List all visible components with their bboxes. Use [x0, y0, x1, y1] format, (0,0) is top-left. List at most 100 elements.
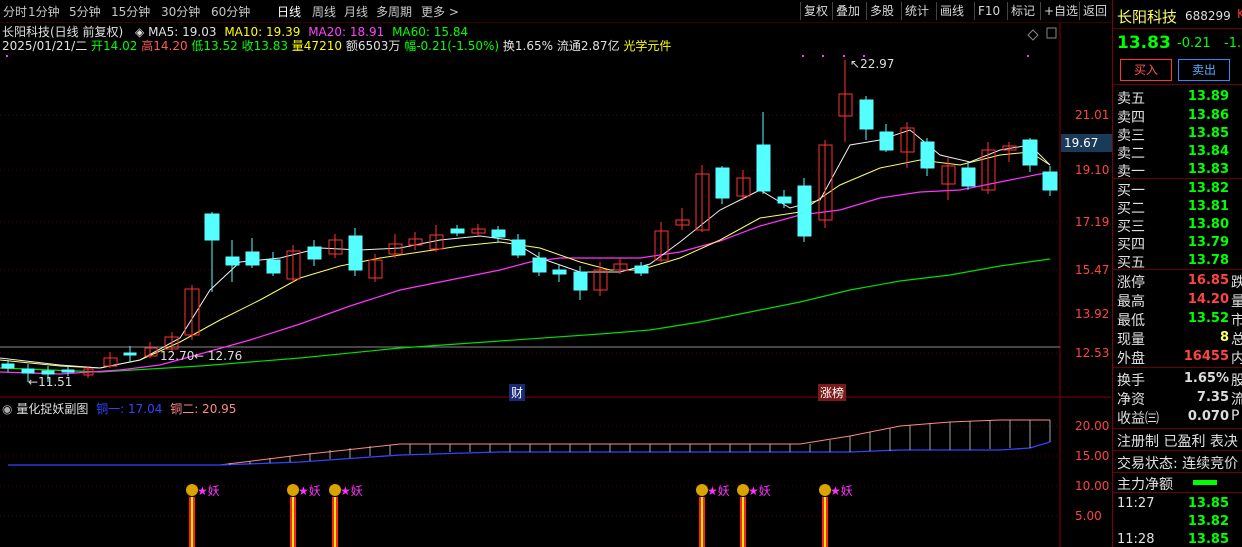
- event-cai-tag[interactable]: 财: [509, 384, 526, 401]
- price-tick: 21.01: [1075, 108, 1110, 122]
- btn-add-watch[interactable]: +自选: [1040, 2, 1081, 20]
- mid-annotation-a: 12.70: [160, 349, 195, 363]
- bid-price[interactable]: 13.82: [1188, 181, 1229, 196]
- period-15min[interactable]: 15分钟: [111, 3, 150, 20]
- bar-high: 高14.20: [141, 39, 188, 53]
- divider: [1113, 450, 1242, 451]
- high-annotation: ↖22.97: [850, 57, 895, 71]
- bid-label: 买一: [1117, 183, 1145, 199]
- ma20-line: [0, 172, 1051, 375]
- tick-price: 13.85: [1187, 532, 1229, 547]
- ask-price[interactable]: 13.83: [1188, 162, 1229, 177]
- ask-label: 卖三: [1117, 128, 1145, 144]
- sell-button[interactable]: 卖出: [1178, 59, 1230, 81]
- ma10-line: [0, 151, 1051, 369]
- ask-price[interactable]: 13.89: [1188, 89, 1229, 104]
- period-weekly[interactable]: 周线: [312, 3, 336, 20]
- bar-volume: 量47210: [291, 39, 342, 53]
- signal-bars: [189, 497, 828, 547]
- fund-label: 净资: [1117, 392, 1145, 408]
- stat-label: 最低: [1117, 313, 1145, 329]
- fund-value: 7.35: [1196, 390, 1229, 405]
- period-fenshi[interactable]: 分时: [3, 3, 27, 20]
- diamond-icon[interactable]: [1027, 29, 1039, 41]
- sub-line2-label: 铜二: 20.95: [170, 402, 237, 416]
- signal-label: ★妖: [748, 484, 771, 498]
- bid-label: 买四: [1117, 237, 1145, 253]
- sub-tick: 5.00: [1075, 509, 1102, 523]
- bid-price[interactable]: 13.78: [1188, 253, 1229, 268]
- tick-time: 11:28: [1117, 532, 1155, 547]
- fund-value: 1.65%: [1183, 371, 1229, 386]
- expand-icon[interactable]: [1046, 27, 1057, 39]
- kechuang-badge: K: [1237, 7, 1242, 21]
- ask-label: 卖四: [1117, 110, 1145, 126]
- btn-diejia[interactable]: 叠加: [832, 2, 863, 20]
- last-price: 13.83: [1117, 33, 1171, 53]
- btn-duogu[interactable]: 多股: [866, 2, 897, 20]
- chart-header-line2: 2025/01/21/二 开14.02 高14.20 低13.52 收13.83…: [2, 37, 671, 54]
- signal-label: ★妖: [197, 484, 220, 498]
- bar-date: 2025/01/21/二: [2, 39, 88, 53]
- price-grid: [0, 114, 1060, 517]
- btn-tongji[interactable]: 统计: [901, 2, 932, 20]
- period-monthly[interactable]: 月线: [344, 3, 368, 20]
- tick-price: 13.85: [1187, 496, 1229, 511]
- bid-price[interactable]: 13.79: [1188, 235, 1229, 250]
- ask-price[interactable]: 13.85: [1188, 126, 1229, 141]
- btn-biaoji[interactable]: 标记: [1007, 2, 1038, 20]
- period-daily[interactable]: 日线: [277, 3, 301, 20]
- stat-suffix: 量: [1231, 294, 1242, 310]
- bar-close: 收13.83: [241, 39, 288, 53]
- stat-value: 8: [1219, 330, 1229, 345]
- period-30min[interactable]: 30分钟: [161, 3, 200, 20]
- btn-f10[interactable]: F10: [974, 2, 1003, 20]
- sub-chart-settings-icon[interactable]: ◉: [2, 402, 12, 416]
- ask-price[interactable]: 13.86: [1188, 108, 1229, 123]
- bid-price[interactable]: 13.81: [1188, 199, 1229, 214]
- sub-line1-label: 铜一: 17.04: [96, 402, 163, 416]
- event-zhangbang-tag[interactable]: 涨榜: [818, 384, 847, 401]
- fund-suffix: 股: [1231, 373, 1242, 389]
- divider: [1113, 178, 1242, 179]
- stat-value: 16.85: [1187, 273, 1229, 288]
- ask-label: 卖五: [1117, 91, 1145, 107]
- divider: [1113, 428, 1242, 429]
- tick-price: 13.82: [1187, 514, 1229, 529]
- divider: [1113, 367, 1242, 368]
- period-1min[interactable]: 1分钟: [28, 3, 60, 20]
- concept-tag[interactable]: 光学元件: [623, 39, 671, 53]
- btn-fuquan[interactable]: 复权: [800, 2, 831, 20]
- fund-suffix: 流: [1231, 392, 1242, 408]
- btn-back[interactable]: 返回: [1079, 2, 1110, 20]
- stat-label: 现量: [1117, 332, 1145, 348]
- sub-chart-title: 量化捉妖副图: [16, 402, 89, 416]
- mid-annotation-b: ← 12.76: [194, 349, 243, 363]
- sub-tick: 10.00: [1075, 479, 1110, 493]
- period-5min[interactable]: 5分钟: [69, 3, 101, 20]
- period-toolbar: 分时 1分钟 5分钟 15分钟 30分钟 60分钟 日线 周线 月线 多周期 更…: [0, 0, 1111, 23]
- period-more[interactable]: 更多 >: [421, 3, 459, 20]
- fund-label: 收益㈢: [1117, 411, 1159, 427]
- btn-huaxian[interactable]: 画线: [936, 2, 967, 20]
- ask-price[interactable]: 13.84: [1188, 144, 1229, 159]
- signal-label: ★妖: [830, 484, 853, 498]
- period-multi[interactable]: 多周期: [376, 3, 412, 20]
- price-change: -0.21: [1177, 36, 1211, 51]
- stock-code: 688299: [1185, 9, 1231, 23]
- stat-suffix: 内: [1231, 351, 1242, 367]
- buy-button[interactable]: 买入: [1120, 59, 1172, 81]
- signal-label: ★妖: [340, 484, 363, 498]
- fund-suffix: P: [1231, 408, 1240, 424]
- stat-suffix: 跌: [1231, 275, 1242, 291]
- period-60min[interactable]: 60分钟: [211, 3, 250, 20]
- signal-label: ★妖: [707, 484, 730, 498]
- bar-turnover: 换1.65%: [502, 39, 554, 53]
- price-tick: 13.92: [1075, 307, 1110, 321]
- bid-price[interactable]: 13.80: [1188, 217, 1229, 232]
- crosshair-price-marker: 19.67: [1061, 134, 1114, 152]
- price-tick: 17.19: [1075, 215, 1110, 229]
- bar-amount: 额6503万: [345, 39, 401, 53]
- kline-chart-canvas[interactable]: [0, 0, 1111, 547]
- divider: [1113, 492, 1242, 493]
